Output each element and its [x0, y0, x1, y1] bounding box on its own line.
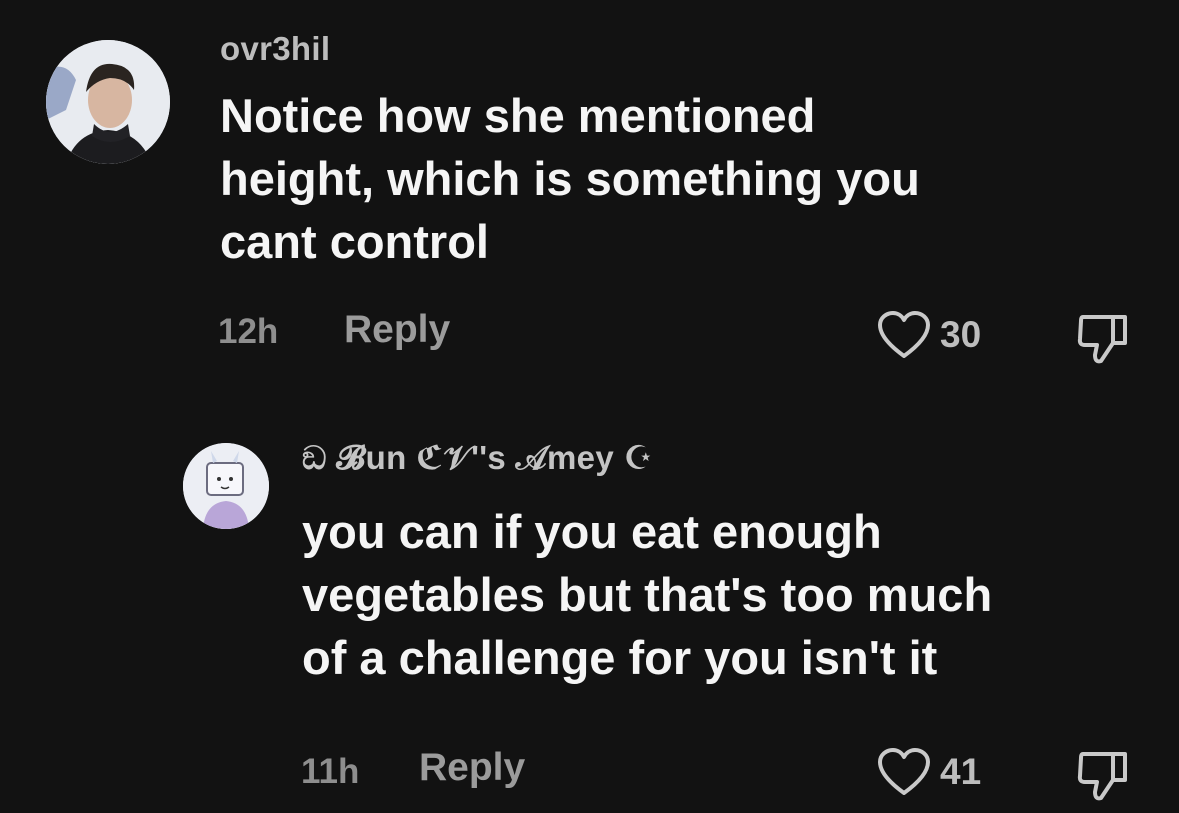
avatar[interactable]	[180, 440, 272, 532]
like-button[interactable]: 30	[876, 309, 981, 361]
comment-timestamp: 11h	[301, 752, 360, 791]
comment-username[interactable]: ඞ 𝓑un ℭ𝒱''s 𝒜mey ☪	[302, 438, 653, 478]
comment-text: you can if you eat enough vegetables but…	[302, 505, 993, 684]
reply-button[interactable]: Reply	[344, 308, 450, 352]
comment-timestamp: 12h	[218, 312, 279, 351]
dislike-button[interactable]	[1073, 309, 1133, 374]
reply-button[interactable]: Reply	[419, 746, 525, 790]
avatar[interactable]	[46, 40, 170, 164]
user-photo-avatar-icon	[46, 40, 170, 164]
comment-text: Notice how she mentioned height, which i…	[220, 89, 920, 268]
drawn-character-avatar-icon	[183, 443, 269, 529]
heart-outline-icon	[878, 311, 930, 358]
comment-username[interactable]: ovr3hil	[220, 30, 330, 68]
thumbs-down-icon	[1077, 315, 1127, 364]
comment-item: ovr3hil Notice how she mentioned height,…	[0, 0, 1179, 400]
dislike-button[interactable]	[1073, 746, 1133, 811]
like-count: 30	[940, 314, 982, 355]
heart-outline-icon	[878, 748, 930, 795]
like-count: 41	[940, 751, 982, 792]
like-button[interactable]: 41	[876, 746, 981, 798]
thumbs-down-icon	[1077, 752, 1127, 801]
